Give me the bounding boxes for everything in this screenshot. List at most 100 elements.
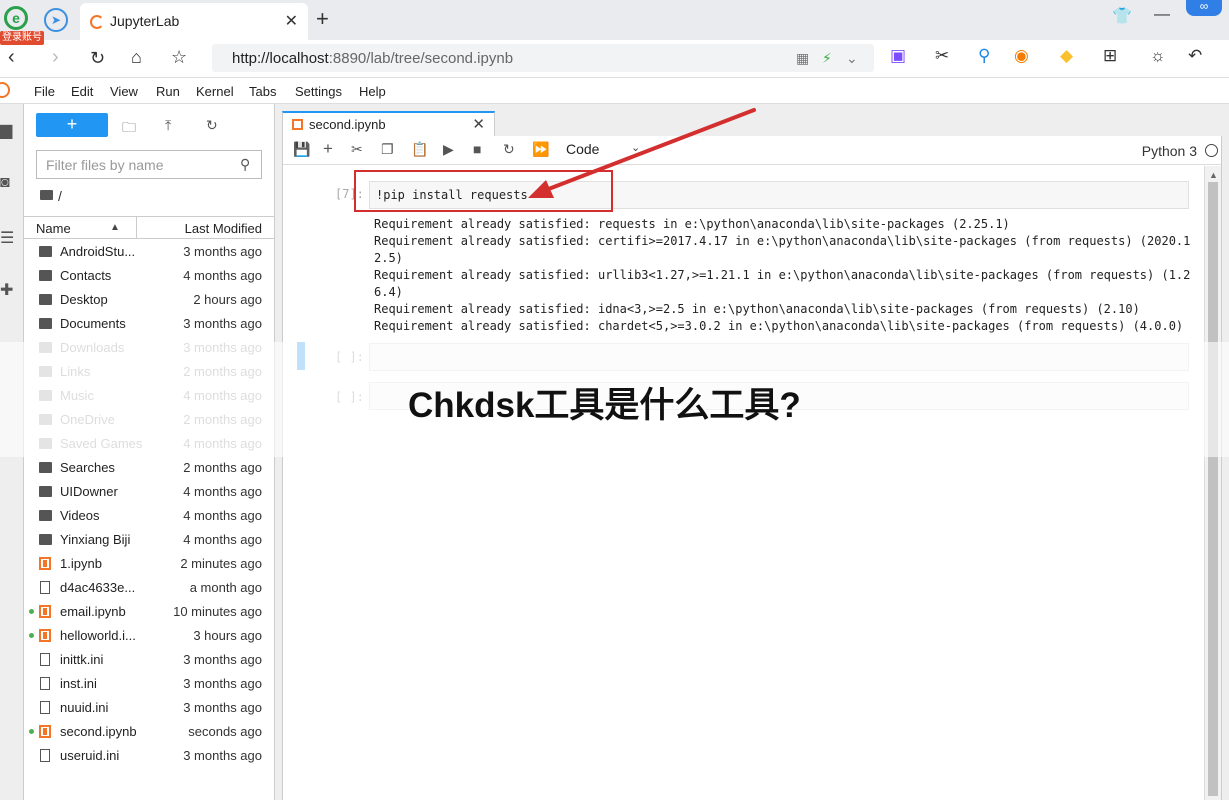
file-list-item[interactable]: Videos 4 months ago: [24, 504, 275, 528]
navigation-arrow-icon[interactable]: ➤: [44, 8, 68, 32]
gamepad-icon[interactable]: ◉: [1014, 46, 1029, 66]
file-list-item[interactable]: useruid.ini 3 months ago: [24, 744, 275, 768]
menu-edit[interactable]: Edit: [71, 84, 93, 99]
notebook-scrollbar[interactable]: ▲: [1204, 166, 1221, 800]
url-host: http://localhost: [232, 50, 329, 67]
reload-icon[interactable]: ↻: [90, 48, 105, 69]
file-list-item[interactable]: inittk.ini 3 months ago: [24, 648, 275, 672]
home-folder-icon[interactable]: [40, 190, 53, 200]
home-icon[interactable]: ⌂: [131, 47, 142, 68]
file-modified: 2 minutes ago: [180, 556, 262, 571]
new-tab-button[interactable]: +: [316, 6, 329, 32]
file-icon: [40, 701, 50, 714]
scissors-icon[interactable]: ✂: [935, 46, 949, 66]
menu-file[interactable]: File: [34, 84, 55, 99]
column-name-header[interactable]: Name: [36, 221, 71, 236]
file-list-item[interactable]: Desktop 2 hours ago: [24, 288, 275, 312]
upload-icon[interactable]: ⤒: [165, 117, 171, 134]
menu-settings[interactable]: Settings: [295, 84, 342, 99]
notebook-icon: [39, 557, 51, 570]
new-folder-icon[interactable]: 🗀: [122, 117, 136, 141]
stop-icon[interactable]: ■: [473, 141, 481, 157]
file-list-item[interactable]: helloworld.i... 3 hours ago: [24, 624, 275, 648]
browser-logo-icon[interactable]: e: [4, 6, 28, 30]
menu-tabs[interactable]: Tabs: [249, 84, 276, 99]
file-list-item[interactable]: AndroidStu... 3 months ago: [24, 240, 275, 264]
new-launcher-button[interactable]: +: [36, 113, 108, 137]
menu-view[interactable]: View: [110, 84, 138, 99]
column-divider[interactable]: [136, 217, 137, 238]
file-list-item[interactable]: Contacts 4 months ago: [24, 264, 275, 288]
running-indicator-icon: [29, 609, 34, 614]
run-icon[interactable]: ▶: [443, 141, 454, 158]
grid-apps-icon[interactable]: ⊞: [1103, 46, 1117, 66]
filter-files-input[interactable]: [36, 150, 262, 179]
forward-icon[interactable]: ›: [52, 46, 59, 69]
menu-run[interactable]: Run: [156, 84, 180, 99]
file-name: nuuid.ini: [60, 700, 109, 715]
search-magnifier-icon[interactable]: ⚲: [978, 46, 990, 66]
close-icon[interactable]: ✕: [472, 115, 485, 133]
chevron-down-icon[interactable]: ⌄: [846, 50, 858, 67]
tab-second-ipynb[interactable]: second.ipynb ✕: [282, 111, 495, 136]
file-list-item[interactable]: nuuid.ini 3 months ago: [24, 696, 275, 720]
cloud-sync-icon[interactable]: ∞: [1186, 0, 1222, 16]
back-icon[interactable]: ‹: [8, 46, 15, 69]
cell-type-select[interactable]: Code: [566, 141, 599, 157]
file-list-item[interactable]: second.ipynb seconds ago: [24, 720, 275, 744]
bookmark-star-icon[interactable]: ☆: [171, 47, 187, 68]
output-line: Requirement already satisfied: urllib3<1…: [374, 268, 1191, 282]
browser-tab[interactable]: JupyterLab ✕: [80, 3, 308, 40]
file-list-item[interactable]: 1.ipynb 2 minutes ago: [24, 552, 275, 576]
shirt-skin-icon[interactable]: 👕: [1112, 6, 1132, 26]
file-list-item[interactable]: Documents 3 months ago: [24, 312, 275, 336]
file-list-item[interactable]: inst.ini 3 months ago: [24, 672, 275, 696]
cut-icon[interactable]: ✂: [351, 141, 363, 158]
file-modified: 2 months ago: [183, 460, 262, 475]
file-list-item[interactable]: UIDowner 4 months ago: [24, 480, 275, 504]
shield-coin-icon[interactable]: ◆: [1060, 46, 1073, 66]
file-list-item[interactable]: Searches 2 months ago: [24, 456, 275, 480]
notebook-panel: 💾 + ✂ ❐ 📋 ▶ ■ ↻ ⏩ Code ⌄ Python 3 [7]: !…: [282, 136, 1222, 800]
folder-icon: [39, 510, 52, 521]
running-sessions-icon[interactable]: ◙: [0, 174, 18, 192]
paste-icon[interactable]: 📋: [411, 141, 428, 158]
restart-kernel-icon[interactable]: ↻: [503, 141, 515, 158]
file-list-header: Name ▲ Last Modified: [24, 216, 275, 239]
chevron-down-icon[interactable]: ⌄: [631, 141, 640, 154]
extensions-puzzle-icon[interactable]: ✚: [0, 280, 18, 299]
file-modified: seconds ago: [188, 724, 262, 739]
file-list-item[interactable]: Yinxiang Biji 4 months ago: [24, 528, 275, 552]
close-tab-icon[interactable]: ✕: [285, 11, 298, 31]
url-bar[interactable]: http://localhost:8890/lab/tree/second.ip…: [212, 44, 874, 72]
run-all-icon[interactable]: ⏩: [532, 141, 549, 158]
lightning-icon[interactable]: ⚡: [822, 50, 832, 67]
kernel-status-icon: [1205, 144, 1218, 157]
menu-kernel[interactable]: Kernel: [196, 84, 234, 99]
save-icon[interactable]: 💾: [293, 141, 310, 158]
qr-code-icon[interactable]: ▦: [796, 50, 809, 67]
kernel-name[interactable]: Python 3: [1142, 143, 1197, 159]
copy-icon[interactable]: ❐: [381, 141, 394, 158]
column-modified-header[interactable]: Last Modified: [185, 221, 262, 236]
file-name: d4ac4633e...: [60, 580, 136, 595]
file-modified: 10 minutes ago: [173, 604, 262, 619]
notebook-toolbar: 💾 + ✂ ❐ 📋 ▶ ■ ↻ ⏩ Code ⌄ Python 3: [283, 136, 1221, 165]
folder-icon[interactable]: ▆: [0, 120, 18, 139]
refresh-icon[interactable]: ↻: [206, 117, 218, 134]
brightness-icon[interactable]: ☼: [1150, 46, 1166, 66]
sort-ascending-icon[interactable]: ▲: [110, 222, 120, 233]
translate-icon[interactable]: ▣: [890, 46, 906, 66]
scroll-up-icon[interactable]: ▲: [1209, 170, 1218, 180]
menu-help[interactable]: Help: [359, 84, 386, 99]
insert-cell-icon[interactable]: +: [323, 139, 333, 159]
breadcrumb[interactable]: /: [58, 188, 62, 204]
scroll-thumb[interactable]: [1208, 182, 1218, 796]
file-list-item[interactable]: d4ac4633e... a month ago: [24, 576, 275, 600]
login-badge[interactable]: 登录账号: [0, 31, 44, 45]
minimize-icon[interactable]: —: [1154, 6, 1170, 24]
undo-icon[interactable]: ↶: [1188, 46, 1202, 66]
commands-list-icon[interactable]: ☰: [0, 228, 18, 247]
file-name: AndroidStu...: [60, 244, 136, 259]
file-list-item[interactable]: email.ipynb 10 minutes ago: [24, 600, 275, 624]
